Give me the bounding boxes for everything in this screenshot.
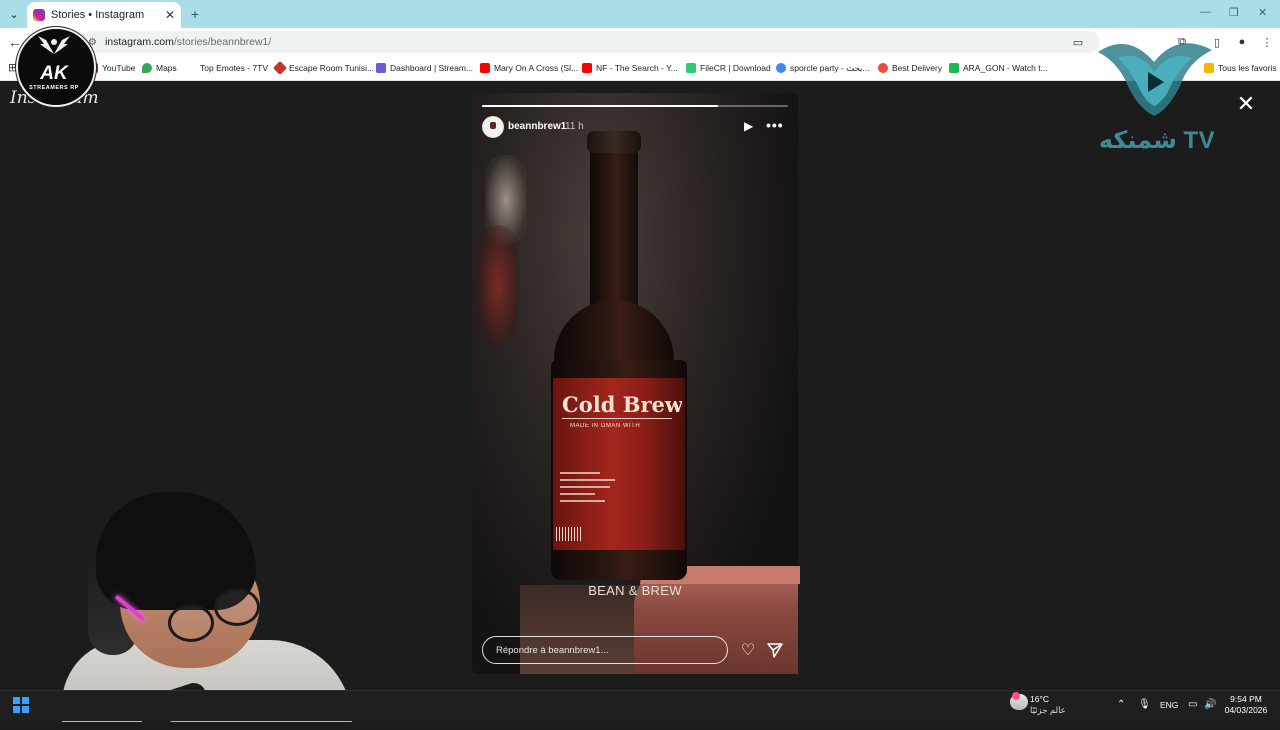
youtube-icon [582, 63, 592, 73]
bookmark-label: NF - The Search - Y... [596, 63, 678, 73]
streamlabs-icon [376, 63, 386, 73]
bookmark-label: sporcle party - بحث... [790, 62, 870, 73]
glasses-left-lens [168, 604, 214, 642]
google-icon [776, 63, 786, 73]
instagram-favicon-icon [33, 9, 45, 21]
tab-close-icon[interactable]: ✕ [165, 8, 175, 22]
escape-room-icon [272, 60, 288, 76]
windows-start-icon[interactable] [13, 697, 29, 713]
bookmark-label: Mary On A Cross (Sl... [494, 63, 579, 73]
background-red-blur [478, 225, 518, 345]
bookmark-dashboard[interactable]: Dashboard | Stream... [376, 61, 473, 75]
maximize-icon[interactable]: ❐ [1229, 6, 1239, 19]
bookmark-filecr[interactable]: FileCR | Download [686, 61, 771, 75]
delivery-icon [878, 63, 888, 73]
play-icon[interactable]: ▶ [744, 119, 756, 133]
weather-temperature[interactable]: 16°C [1030, 694, 1049, 704]
kick-icon [949, 63, 959, 73]
ak-logo-text: AK [40, 63, 68, 84]
input-language[interactable]: ENG [1160, 700, 1178, 710]
tray-chevron-up-icon[interactable]: ⌃ [1117, 699, 1125, 710]
bookmark-best-delivery[interactable]: Best Delivery [878, 61, 942, 75]
volume-icon[interactable]: 🔊 [1204, 699, 1216, 710]
bookmark-ara-gon[interactable]: ARA_GON - Watch t... [949, 61, 1048, 75]
reply-input[interactable] [482, 636, 728, 664]
network-icon[interactable]: ▭ [1188, 699, 1197, 710]
weather-condition[interactable]: عالم جزئيًا [1030, 705, 1066, 716]
windows-taskbar [0, 690, 1280, 721]
story-username[interactable]: beannbrew1 [508, 121, 566, 132]
ak-logo-subtext: STREAMERS RP [29, 85, 79, 91]
bookmark-mary-on-a-cross[interactable]: Mary On A Cross (Sl... [480, 61, 578, 75]
bookmark-label: FileCR | Download [700, 63, 771, 73]
new-tab-button[interactable]: + [186, 5, 204, 23]
product-title: Cold Brew [562, 392, 682, 417]
bookmark-label: ARA_GON - Watch t... [963, 63, 1048, 73]
like-heart-icon[interactable]: ♡ [739, 641, 757, 659]
more-options-icon[interactable]: ••• [766, 117, 784, 133]
profile-icon[interactable]: ● [1235, 35, 1249, 49]
bookmark-label: Dashboard | Stream... [390, 63, 473, 73]
tab-search-icon[interactable]: ⌄ [5, 5, 23, 23]
address-bar[interactable]: ⚙ instagram.com/stories/beannbrew1/ [80, 31, 1100, 53]
cast-icon[interactable]: ▭ [1071, 35, 1085, 49]
story-progress-fill [482, 105, 718, 107]
bookmark-sporcle[interactable]: sporcle party - بحث... [776, 61, 870, 75]
filecr-icon [686, 63, 696, 73]
tv-channel-logo-text: شمنكه TV [1098, 127, 1216, 154]
url-path: /stories/beannbrew1/ [173, 36, 272, 48]
send-paper-plane-icon[interactable] [766, 641, 784, 659]
avatar[interactable] [482, 116, 504, 138]
tab-instagram-stories[interactable]: Stories • Instagram ✕ [27, 2, 181, 28]
close-stories-icon[interactable]: ✕ [1236, 91, 1256, 116]
label-divider [562, 418, 672, 419]
glasses-right-lens [214, 588, 260, 626]
bottle-cap [587, 131, 641, 153]
bookmark-label: Top Emotes - 7TV [200, 63, 269, 73]
url-text: instagram.com/stories/beannbrew1/ [105, 36, 271, 48]
barcode [556, 527, 582, 541]
url-host: instagram.com [104, 36, 174, 48]
eagle-wings-icon [38, 36, 70, 54]
youtube-icon [480, 63, 490, 73]
weather-cloud-icon[interactable] [1010, 692, 1028, 710]
bookmark-label: Tous les favoris [1218, 63, 1277, 73]
bottle-neck [590, 133, 638, 313]
bookmark-7tv[interactable]: Top Emotes - 7TV [200, 61, 268, 75]
menu-icon[interactable]: ⋮ [1260, 35, 1274, 49]
product-subtitle: MADE IN OMAN WITH [570, 423, 641, 429]
bookmark-label: Maps [156, 63, 177, 73]
bookmark-escape-room[interactable]: Escape Room Tunisi... [272, 60, 375, 76]
window-close-icon[interactable]: ✕ [1258, 6, 1267, 19]
bookmark-label: YouTube [102, 63, 136, 73]
bookmark-nf-the-search[interactable]: NF - The Search - Y... [582, 61, 678, 75]
tv-channel-logo-icon [1098, 43, 1212, 116]
tab-title: Stories • Instagram [51, 9, 145, 21]
brand-caption: BEAN & BREW [588, 583, 682, 598]
clock-time[interactable]: 9:54 PM [1226, 694, 1266, 704]
bookmark-label: Escape Room Tunisi... [289, 63, 375, 73]
bookmark-maps[interactable]: Maps [142, 61, 177, 75]
clock-date[interactable]: 04/03/2026 [1222, 705, 1270, 715]
bookmark-label: Best Delivery [892, 63, 943, 73]
microphone-icon[interactable]: 🎙 [1138, 699, 1151, 710]
story-age: 11 h [565, 121, 584, 132]
minimize-icon[interactable]: — [1200, 6, 1211, 18]
maps-pin-icon [142, 63, 152, 73]
